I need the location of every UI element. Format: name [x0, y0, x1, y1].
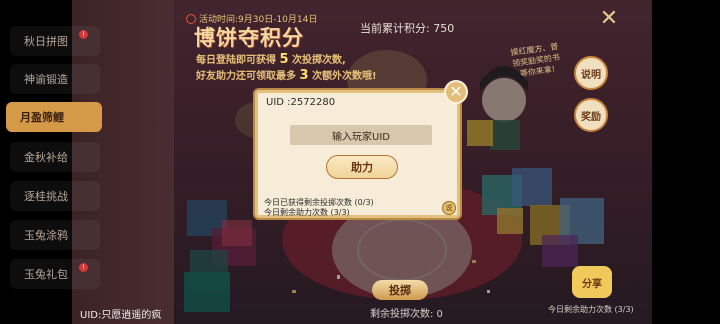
sidebar-item-label: 玉兔礼包: [24, 268, 68, 281]
subtitle-number: 3: [299, 68, 309, 83]
remaining-help: 今日剩余助力次数 (3/3): [548, 305, 634, 314]
throw-button[interactable]: 投掷: [372, 280, 428, 300]
event-title: 博饼夺积分: [194, 25, 304, 50]
subtitle-text: 好友助力还可领取最多: [196, 71, 296, 82]
event-subtitle: 每日登陆即可获得 5 次投掷次数, 好友助力还可领取最多 3 次额外次数哦!: [196, 52, 377, 84]
sidebar-item-autumn-puzzle[interactable]: 秋日拼图 !: [10, 26, 100, 56]
sidebar-item-label: 秋日拼图: [24, 35, 68, 48]
remaining-throws: 剩余投掷次数: 0: [370, 309, 443, 320]
sidebar-item-autumn-supply[interactable]: 金秋补给: [10, 142, 100, 172]
close-icon[interactable]: ✕: [598, 8, 620, 30]
help-button[interactable]: 助力: [326, 155, 398, 179]
player-uid-input[interactable]: 输入玩家UID: [290, 125, 432, 145]
info-icon[interactable]: 说: [442, 201, 456, 215]
sidebar-item-label: 玉兔涂鸦: [24, 229, 68, 242]
modal-close-icon[interactable]: ✕: [444, 80, 468, 104]
player-uid: UID:只愿逍遥的疯: [80, 310, 162, 321]
modal-uid: UID :2572280: [266, 97, 336, 108]
subtitle-text: 次投掷次数,: [292, 55, 346, 66]
sidebar-item-label: 月盈筛鲤: [20, 111, 64, 124]
explain-button[interactable]: 说明: [574, 56, 608, 90]
subtitle-text: 次额外次数哦!: [312, 71, 377, 82]
help-modal: UID :2572280 输入玩家UID 助力 今日已获得剩余投掷次数 (0/3…: [255, 90, 460, 218]
sidebar-item-laurel-challenge[interactable]: 逐桂挑战: [10, 181, 100, 211]
sidebar-item-moon-carp[interactable]: 月盈筛鲤: [6, 102, 102, 132]
sidebar-item-label: 神谕锻造: [24, 73, 68, 86]
stat-remaining: 今日剩余助力次数 (3/3): [264, 208, 350, 217]
reward-button[interactable]: 奖励: [574, 98, 608, 132]
sidebar-item-oracle-forge[interactable]: 神谕锻造: [10, 64, 100, 94]
sidebar-item-label: 金秋补给: [24, 151, 68, 164]
sidebar-item-label: 逐桂挑战: [24, 190, 68, 203]
sidebar-item-rabbit-pack[interactable]: 玉兔礼包 !: [10, 259, 100, 289]
notification-badge: !: [79, 263, 88, 272]
right-letterbox: [652, 0, 720, 324]
share-button[interactable]: 分享: [572, 266, 612, 298]
current-score: 当前累计积分: 750: [360, 22, 455, 35]
notification-badge: !: [79, 30, 88, 39]
subtitle-number: 5: [279, 52, 289, 67]
sidebar-item-rabbit-doodle[interactable]: 玉兔涂鸦: [10, 220, 100, 250]
subtitle-text: 每日登陆即可获得: [196, 55, 276, 66]
